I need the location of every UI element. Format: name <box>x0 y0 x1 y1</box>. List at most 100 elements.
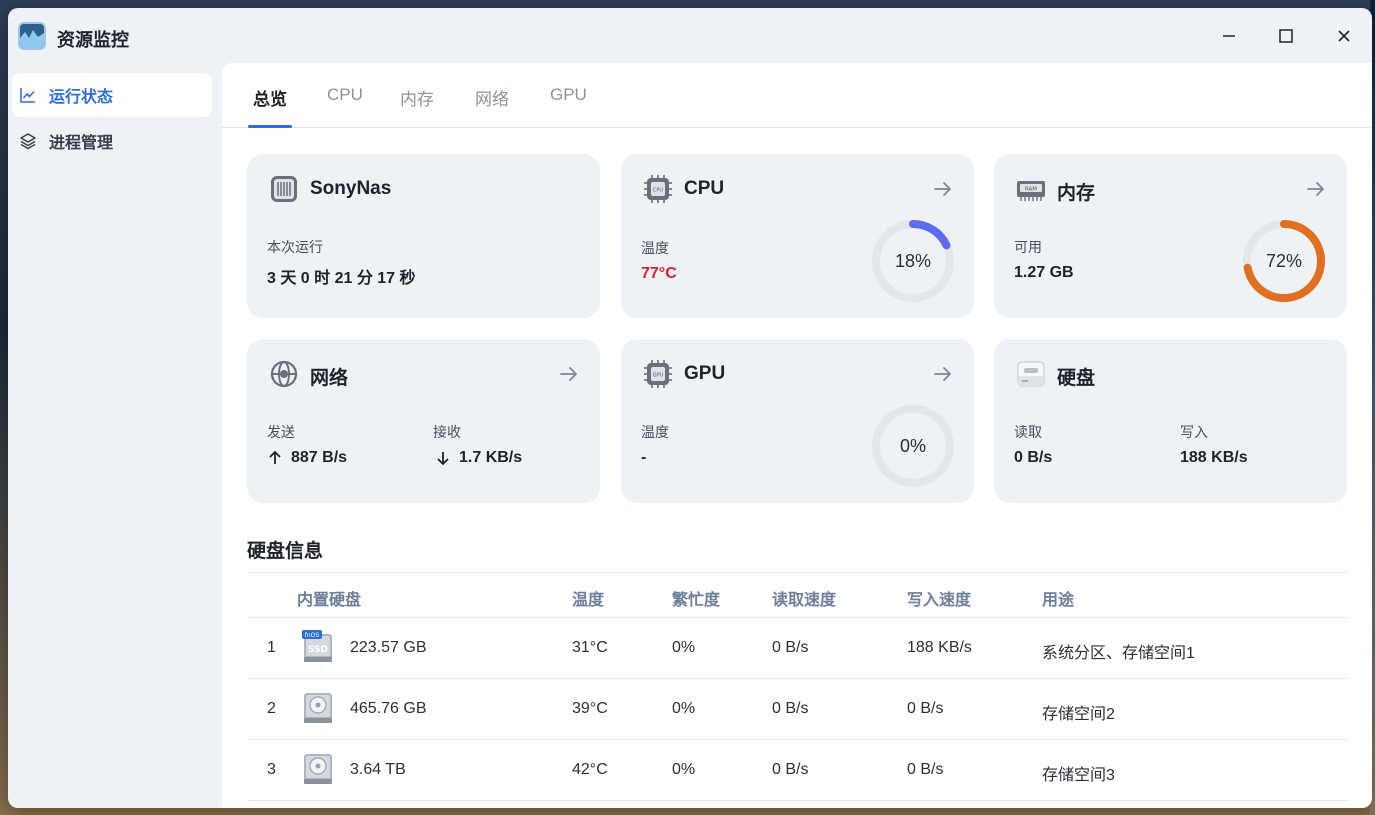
system-card: SonyNas 本次运行 3 天 0 时 21 分 17 秒 <box>247 154 600 318</box>
close-button[interactable] <box>1332 24 1356 48</box>
table-row[interactable]: 1 SSD fnOS 223.57 GB 31°C 0% 0 B/s 188 K… <box>247 618 1347 679</box>
disk-write-speed: 188 KB/s <box>907 639 972 656</box>
disk-size: 465.76 GB <box>350 700 427 717</box>
chart-line-icon <box>19 86 37 104</box>
card-title: GPU <box>684 363 726 384</box>
arrow-down-icon <box>437 452 449 466</box>
memory-card[interactable]: RAM 内存 可用 1.27 GB 72% <box>994 154 1347 318</box>
title-bar: 资源监控 <box>8 8 1372 64</box>
disk-write-speed: 0 B/s <box>907 700 944 717</box>
arrow-up-icon <box>269 450 281 464</box>
column-header-write-speed: 写入速度 <box>907 592 972 609</box>
fnos-badge: fnOS <box>305 632 320 639</box>
hdd-icon <box>302 752 334 786</box>
disk-usage: 存储空间2 <box>1042 706 1115 723</box>
row-index: 2 <box>267 700 276 717</box>
disk-read-value: 0 B/s <box>1014 449 1053 466</box>
network-send: 887 B/s <box>267 449 347 467</box>
memory-available-value: 1.27 GB <box>1014 264 1074 281</box>
network-globe-icon <box>269 359 299 389</box>
gpu-temp-label: 温度 <box>641 424 669 440</box>
gpu-usage-text: 0% <box>899 435 926 456</box>
app-title: 资源监控 <box>57 30 129 50</box>
svg-text:GPU: GPU <box>653 373 664 379</box>
memory-usage-gauge: 72% <box>1239 216 1329 306</box>
column-header-busy: 繁忙度 <box>672 592 721 609</box>
network-send-value: 887 B/s <box>291 449 348 466</box>
tab-memory[interactable]: 内存 <box>400 85 434 110</box>
card-title: 网络 <box>310 368 349 389</box>
column-header-usage: 用途 <box>1042 592 1075 609</box>
memory-available-label: 可用 <box>1014 239 1042 255</box>
arrow-right-icon[interactable] <box>932 178 954 200</box>
cpu-card[interactable]: CPU CPU 温度 77°C 18% <box>621 154 974 318</box>
network-receive: 1.7 KB/s <box>435 449 522 467</box>
row-index: 1 <box>267 639 276 656</box>
disk-card: 硬盘 读取 0 B/s 写入 188 KB/s <box>994 339 1347 503</box>
arrow-right-icon[interactable] <box>1305 178 1327 200</box>
disk-write-speed: 0 B/s <box>907 761 944 778</box>
arrow-right-icon[interactable] <box>932 363 954 385</box>
tab-gpu[interactable]: GPU <box>550 85 587 105</box>
sidebar-item-label: 运行状态 <box>49 89 114 106</box>
disk-size: 223.57 GB <box>350 639 427 656</box>
cpu-chip-icon: CPU <box>643 174 673 204</box>
uptime-label: 本次运行 <box>267 239 323 255</box>
disk-temp: 39°C <box>572 700 608 717</box>
tab-bar: 总览 CPU 内存 网络 GPU <box>222 63 1372 128</box>
tab-cpu[interactable]: CPU <box>327 85 363 105</box>
sidebar-item-status[interactable]: 运行状态 <box>12 73 212 117</box>
svg-text:RAM: RAM <box>1025 187 1037 193</box>
card-title: 硬盘 <box>1057 368 1096 389</box>
disk-read-label: 读取 <box>1014 424 1042 440</box>
sidebar: 运行状态 进程管理 <box>8 64 222 808</box>
card-title: SonyNas <box>310 178 392 199</box>
table-header: 内置硬盘 温度 繁忙度 读取速度 写入速度 用途 <box>247 572 1347 618</box>
layers-icon <box>19 132 37 150</box>
disk-busy: 0% <box>672 700 696 717</box>
network-receive-label: 接收 <box>433 424 461 440</box>
resource-monitor-app-icon <box>18 22 46 50</box>
hdd-icon <box>302 691 334 725</box>
table-row[interactable]: 2 465.76 GB 39°C 0% 0 B/s 0 B/s 存储空间2 <box>247 679 1347 740</box>
minimize-button[interactable] <box>1217 24 1241 48</box>
card-title: CPU <box>684 178 725 199</box>
disk-read-speed: 0 B/s <box>772 761 809 778</box>
hard-drive-icon <box>1016 359 1046 389</box>
disk-read-speed: 0 B/s <box>772 639 809 656</box>
gpu-temp-value: - <box>641 449 647 466</box>
memory-usage-text: 72% <box>1265 250 1303 271</box>
tab-network[interactable]: 网络 <box>475 85 509 110</box>
column-header-read-speed: 读取速度 <box>772 592 837 609</box>
column-header-disk: 内置硬盘 <box>297 592 362 609</box>
maximize-button[interactable] <box>1274 24 1298 48</box>
network-send-label: 发送 <box>267 424 295 440</box>
cpu-usage-text: 18% <box>894 250 932 271</box>
disk-write-value: 188 KB/s <box>1180 449 1248 466</box>
gpu-card[interactable]: GPU GPU 温度 - 0% <box>621 339 974 503</box>
gpu-chip-icon: GPU <box>643 359 673 389</box>
disk-info-title: 硬盘信息 <box>247 541 324 562</box>
ssd-icon: SSD fnOS <box>302 630 334 664</box>
disk-usage: 系统分区、存储空间1 <box>1042 645 1195 662</box>
app-window: 资源监控 运行状态 进程管理 总览 CPU 内存 网络 GPU SonyNas … <box>8 8 1372 808</box>
network-receive-value: 1.7 KB/s <box>459 449 523 466</box>
tab-overview[interactable]: 总览 <box>253 85 287 110</box>
column-header-temp: 温度 <box>572 592 605 609</box>
disk-busy: 0% <box>672 639 696 656</box>
table-row[interactable]: 3 3.64 TB 42°C 0% 0 B/s 0 B/s 存储空间3 <box>247 740 1347 801</box>
disk-usage: 存储空间3 <box>1042 767 1115 784</box>
network-card[interactable]: 网络 发送 887 B/s 接收 1.7 KB/s <box>247 339 600 503</box>
sidebar-item-label: 进程管理 <box>49 135 114 152</box>
svg-text:CPU: CPU <box>653 188 664 194</box>
server-icon <box>269 174 299 204</box>
cpu-usage-gauge: 18% <box>868 216 958 306</box>
sidebar-item-processes[interactable]: 进程管理 <box>12 119 212 163</box>
arrow-right-icon[interactable] <box>558 363 580 385</box>
ram-icon: RAM <box>1016 174 1046 204</box>
row-index: 3 <box>267 761 276 778</box>
cpu-temp-label: 温度 <box>641 240 669 256</box>
card-title: 内存 <box>1057 183 1096 204</box>
disk-table: 内置硬盘 温度 繁忙度 读取速度 写入速度 用途 1 SSD fnOS 223.… <box>247 572 1347 801</box>
disk-busy: 0% <box>672 761 696 778</box>
